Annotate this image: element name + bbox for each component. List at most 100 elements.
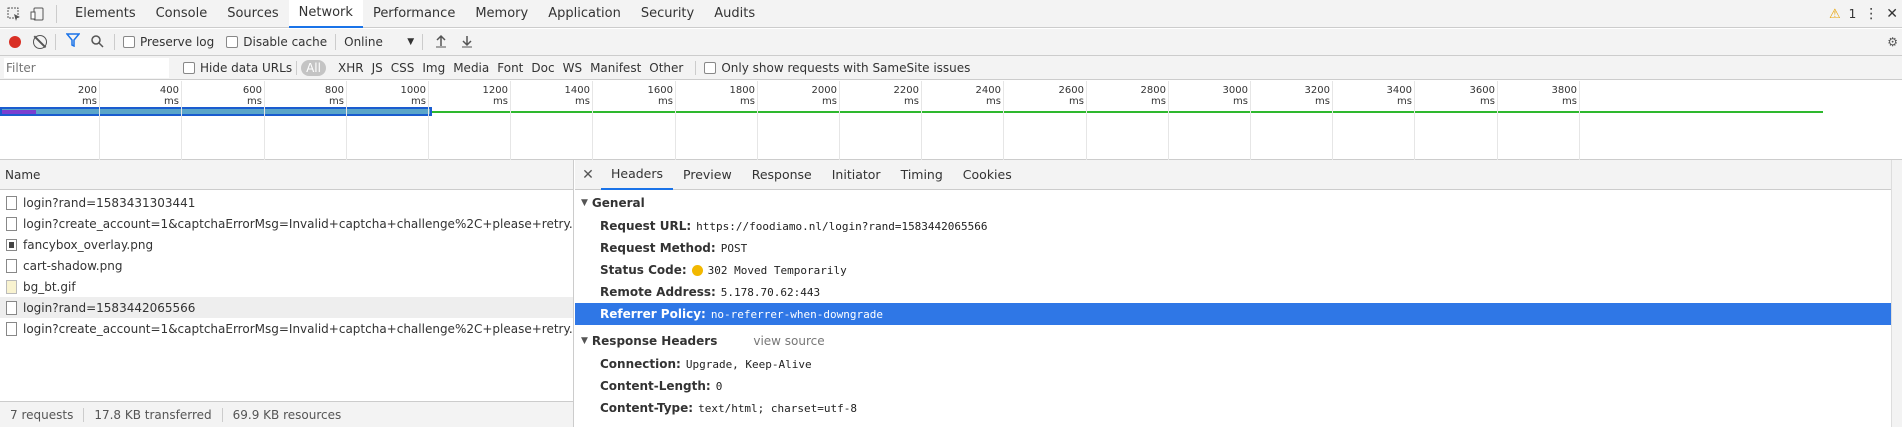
tab-sources[interactable]: Sources [217, 0, 288, 28]
tab-console[interactable]: Console [146, 0, 218, 28]
timeline-gridline [839, 81, 840, 160]
filter-type-other[interactable]: Other [645, 61, 687, 75]
tab-headers[interactable]: Headers [601, 160, 674, 190]
filter-type-xhr[interactable]: XHR [334, 61, 368, 75]
request-row[interactable]: login?create_account=1&captchaErrorMsg=I… [0, 213, 573, 234]
preserve-log-checkbox[interactable]: Preserve log [123, 35, 214, 49]
request-row[interactable]: bg_bt.gif [0, 276, 573, 297]
device-toolbar-icon[interactable] [28, 4, 48, 24]
throttle-select[interactable]: Online ▼ [344, 35, 414, 49]
request-name: login?rand=1583431303441 [23, 195, 196, 210]
timeline-tick-label: 600 ms [242, 85, 262, 107]
search-icon[interactable] [90, 34, 104, 51]
divider [56, 4, 57, 23]
tab-security[interactable]: Security [631, 0, 704, 28]
header-key: Request URL: [600, 219, 692, 233]
warning-icon[interactable]: ⚠ [1829, 7, 1841, 22]
checkbox[interactable] [704, 61, 717, 74]
request-count: 7 requests [10, 407, 74, 422]
tab-initiator[interactable]: Initiator [822, 160, 891, 190]
import-har-icon[interactable] [435, 34, 447, 51]
tab-application[interactable]: Application [538, 0, 631, 28]
header-key: Request Method: [600, 241, 716, 255]
document-file-icon [6, 216, 17, 231]
triangle-down-icon: ▼ [581, 198, 588, 208]
headers-content: ▼ General Request URL: https://foodiamo.nl… [575, 190, 1902, 419]
close-icon[interactable]: ✕ [575, 167, 601, 183]
view-source-link[interactable]: view source [753, 334, 824, 348]
tab-elements[interactable]: Elements [65, 0, 146, 28]
filter-type-manifest[interactable]: Manifest [586, 61, 645, 75]
general-section-header[interactable]: ▼ General [575, 191, 1902, 215]
checkbox[interactable] [183, 61, 195, 74]
header-row[interactable]: Request URL: https://foodiamo.nl/login?ra… [575, 215, 1902, 237]
timeline-gridline [1332, 81, 1333, 160]
request-row[interactable]: fancybox_overlay.png [0, 234, 573, 255]
filter-type-doc[interactable]: Doc [527, 61, 558, 75]
header-row[interactable]: Remote Address: 5.178.70.62:443 [575, 281, 1902, 303]
settings-gear-icon[interactable]: ⚙ [1887, 35, 1898, 49]
filter-type-all[interactable]: All [301, 59, 326, 76]
filter-type-img[interactable]: Img [418, 61, 449, 75]
timeline-gridline [181, 81, 182, 160]
tab-response[interactable]: Response [742, 160, 822, 190]
samesite-checkbox[interactable]: Only show requests with SameSite issues [704, 61, 970, 75]
disable-cache-checkbox[interactable]: Disable cache [226, 35, 327, 49]
checkbox[interactable] [123, 36, 135, 48]
tab-audits[interactable]: Audits [704, 0, 765, 28]
timeline-gridline [1579, 81, 1580, 160]
tab-preview[interactable]: Preview [673, 160, 742, 190]
filter-bar: Hide data URLs All XHRJSCSSImgMediaFontDo… [0, 56, 1902, 80]
details-tab-bar: ✕ Headers Preview Response Initiator Timing C… [575, 160, 1902, 190]
timeline-tick-label: 3400 ms [1386, 85, 1412, 107]
filter-type-media[interactable]: Media [449, 61, 493, 75]
request-row[interactable]: login?create_account=1&captchaErrorMsg=I… [0, 318, 573, 339]
tab-cookies[interactable]: Cookies [953, 160, 1022, 190]
clear-icon[interactable] [33, 35, 47, 49]
timeline-gridline [675, 81, 676, 160]
filter-input[interactable] [4, 57, 169, 78]
header-row[interactable]: Request Method: POST [575, 237, 1902, 259]
tab-network[interactable]: Network [288, 0, 363, 28]
tab-timing[interactable]: Timing [891, 160, 953, 190]
export-har-icon[interactable] [461, 34, 473, 51]
filter-type-css[interactable]: CSS [387, 61, 419, 75]
header-row[interactable]: Referrer Policy: no-referrer-when-downgra… [575, 303, 1902, 325]
tab-performance[interactable]: Performance [363, 0, 465, 28]
response-headers-section-header[interactable]: ▼ Response Headers view source [575, 329, 1902, 353]
triangle-down-icon: ▼ [581, 336, 588, 346]
timeline-tick-label: 1000 ms [400, 85, 426, 107]
more-icon[interactable]: ⋮ [1864, 6, 1878, 22]
scrollbar[interactable] [1891, 160, 1902, 427]
tab-memory[interactable]: Memory [465, 0, 538, 28]
header-row[interactable]: Connection: Upgrade, Keep-Alive [575, 353, 1902, 375]
header-key: Connection: [600, 357, 681, 371]
timeline-overview[interactable]: 200 ms 400 ms 600 ms 800 ms 1000 ms 1200 ms 14… [0, 81, 1902, 160]
filter-type-font[interactable]: Font [493, 61, 527, 75]
request-row[interactable]: login?rand=1583431303441 [0, 192, 573, 213]
timeline-gridline [592, 81, 593, 160]
filter-icon[interactable] [65, 33, 81, 51]
timeline-waiting-bar [2, 110, 36, 114]
warning-count[interactable]: 1 [1849, 7, 1857, 21]
resources-size: 69.9 KB resources [232, 407, 342, 422]
name-column-header[interactable]: Name [0, 160, 573, 190]
header-row[interactable]: Status Code: 302 Moved Temporarily [575, 259, 1902, 281]
close-icon[interactable]: ✕ [1886, 6, 1898, 22]
inspect-element-icon[interactable] [4, 4, 24, 24]
divider [422, 34, 424, 50]
timeline-gridline [1414, 81, 1415, 160]
filter-type-js[interactable]: JS [368, 61, 387, 75]
timeline-tick-label: 400 ms [159, 85, 179, 107]
request-row[interactable]: cart-shadow.png [0, 255, 573, 276]
document-file-icon [6, 321, 17, 336]
checkbox[interactable] [226, 36, 239, 48]
header-row[interactable]: Content-Type: text/html; charset=utf-8 [575, 397, 1902, 419]
request-row[interactable]: login?rand=1583442065566 [0, 297, 573, 318]
header-key: Status Code: [600, 263, 687, 277]
header-row[interactable]: Content-Length: 0 [575, 375, 1902, 397]
filter-type-ws[interactable]: WS [559, 61, 586, 75]
timeline-tick-label: 2400 ms [975, 85, 1001, 107]
hide-data-urls-checkbox[interactable]: Hide data URLs [183, 61, 292, 75]
record-icon[interactable] [9, 36, 21, 48]
